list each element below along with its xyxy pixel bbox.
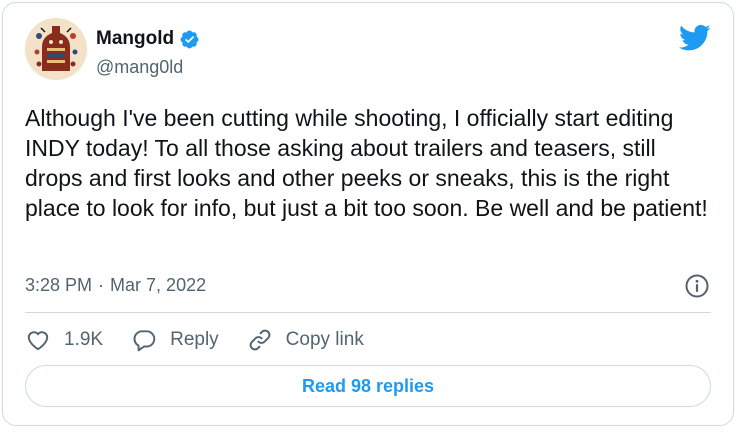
verified-badge-icon [179, 29, 200, 50]
tweet-time[interactable]: 3:28 PM [25, 275, 92, 296]
author-handle[interactable]: @mang0ld [96, 57, 183, 78]
tweet-text: Although I've been cutting while shootin… [25, 105, 708, 221]
link-icon [249, 329, 271, 351]
like-button[interactable]: 1.9K [25, 327, 103, 353]
heart-icon [27, 331, 49, 351]
read-replies-button[interactable]: Read 98 replies [25, 365, 711, 407]
like-count: 1.9K [64, 329, 104, 350]
tweet-card: Mangold @mang0ld Although I've been cutt… [2, 2, 734, 426]
avatar[interactable] [25, 18, 87, 80]
twitter-bird-icon[interactable] [679, 24, 711, 52]
reply-label: Reply [170, 329, 219, 350]
tweet-date[interactable]: Mar 7, 2022 [110, 275, 206, 296]
action-bar: 1.9K Reply Copy link [25, 325, 392, 355]
reply-bubble-icon [133, 330, 156, 352]
reply-button[interactable]: Reply [131, 327, 219, 353]
tweet-timestamp[interactable]: 3:28 PM · Mar 7, 2022 [25, 275, 206, 296]
copy-link-label: Copy link [285, 329, 364, 350]
avatar-illustration [25, 18, 87, 80]
author-name[interactable]: Mangold [96, 28, 174, 50]
info-icon[interactable] [684, 273, 710, 299]
divider [25, 312, 711, 313]
copy-link-button[interactable]: Copy link [247, 327, 364, 353]
meta-separator: · [98, 275, 105, 295]
author-name-row[interactable]: Mangold [96, 27, 200, 51]
